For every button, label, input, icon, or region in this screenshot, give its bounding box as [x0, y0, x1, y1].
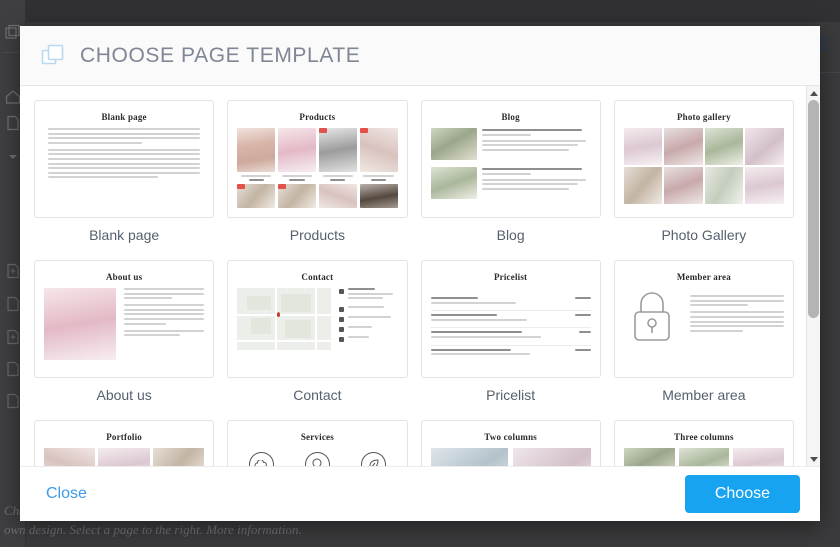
preview-content [623, 128, 784, 204]
scrollbar-track[interactable] [807, 100, 820, 452]
preview-title: Products [299, 112, 336, 122]
preview-content [430, 448, 591, 466]
template-card-member-area[interactable]: Member area Member area [613, 260, 794, 416]
template-card-about-us[interactable]: About us About us [34, 260, 215, 416]
preview-title: Three columns [674, 432, 734, 442]
template-preview: Products [227, 100, 408, 218]
template-card-two-columns[interactable]: Two columns Two columns [420, 420, 601, 466]
preview-title: Blank page [101, 112, 147, 122]
template-caption: Photo Gallery [661, 227, 747, 243]
dialog-footer: Close Choose [20, 466, 820, 521]
dialog-header: CHOOSE PAGE TEMPLATE [20, 26, 820, 86]
preview-content [44, 448, 205, 466]
template-card-photo-gallery[interactable]: Photo gallery Photo Gallery [613, 100, 794, 256]
choose-button[interactable]: Choose [684, 475, 800, 513]
template-card-pricelist[interactable]: Pricelist Pricelist [420, 260, 601, 416]
preview-title: Two columns [484, 432, 538, 442]
template-preview: Three columns [613, 420, 794, 466]
preview-title: Portfolio [106, 432, 143, 442]
preview-content [430, 128, 591, 199]
preview-content [623, 448, 784, 466]
close-button[interactable]: Close [40, 481, 93, 507]
template-preview: Blank page [34, 100, 215, 218]
preview-content [237, 128, 398, 208]
preview-content [44, 288, 205, 360]
template-card-services[interactable]: Services [227, 420, 408, 466]
preview-title: Member area [676, 272, 731, 282]
template-caption: Blog [496, 227, 525, 243]
template-caption: About us [96, 387, 152, 403]
template-card-blog[interactable]: Blog Blog [420, 100, 601, 256]
app-topbar [0, 0, 840, 22]
template-preview: Pricelist [420, 260, 601, 378]
template-card-portfolio[interactable]: Portfolio Portfolio [34, 420, 215, 466]
template-preview: Two columns [420, 420, 601, 466]
lock-icon [624, 288, 680, 344]
template-preview: Blog [420, 100, 601, 218]
template-scroll-area[interactable]: Blank page Blank page Products Products … [20, 86, 820, 466]
scroll-up-arrow[interactable] [807, 86, 820, 100]
award-icon [304, 452, 330, 466]
preview-content [430, 288, 591, 362]
leaf-icon [360, 452, 386, 466]
preview-title: About us [105, 272, 143, 282]
preview-content [624, 288, 784, 344]
template-preview: Services [227, 420, 408, 466]
preview-title: Contact [301, 272, 334, 282]
dialog-title: CHOOSE PAGE TEMPLATE [80, 43, 361, 67]
preview-title: Blog [501, 112, 520, 122]
template-preview: About us [34, 260, 215, 378]
preview-title: Services [300, 432, 334, 442]
template-card-three-columns[interactable]: Three columns [613, 420, 794, 466]
template-caption: Products [289, 227, 345, 243]
template-card-products[interactable]: Products Products [227, 100, 408, 256]
template-preview: Photo gallery [613, 100, 794, 218]
template-grid: Blank page Blank page Products Products … [34, 100, 794, 466]
template-preview: Contact [227, 260, 408, 378]
scrollbar-thumb[interactable] [808, 100, 819, 319]
preview-content [237, 288, 397, 350]
dialog-body: Blank page Blank page Products Products … [20, 86, 820, 466]
preview-content [237, 448, 397, 466]
preview-title: Photo gallery [676, 112, 731, 122]
choose-page-template-dialog: CHOOSE PAGE TEMPLATE Blank page Blank pa… [20, 26, 820, 521]
template-caption: Blank page [89, 227, 160, 243]
preview-title: Pricelist [493, 272, 528, 282]
template-caption: Contact [293, 387, 342, 403]
template-list-scrollbar[interactable] [806, 86, 820, 466]
preview-content [44, 128, 204, 179]
template-preview: Member area [613, 260, 794, 378]
stacked-pages-icon [40, 43, 66, 69]
scroll-down-arrow[interactable] [807, 452, 820, 466]
template-caption: Member area [662, 387, 746, 403]
template-preview: Portfolio [34, 420, 215, 466]
template-card-contact[interactable]: Contact Contact [227, 260, 408, 416]
template-card-blank-page[interactable]: Blank page Blank page [34, 100, 215, 256]
template-caption: Pricelist [486, 387, 536, 403]
cloud-icon [248, 452, 274, 466]
map-thumbnail [237, 288, 332, 350]
